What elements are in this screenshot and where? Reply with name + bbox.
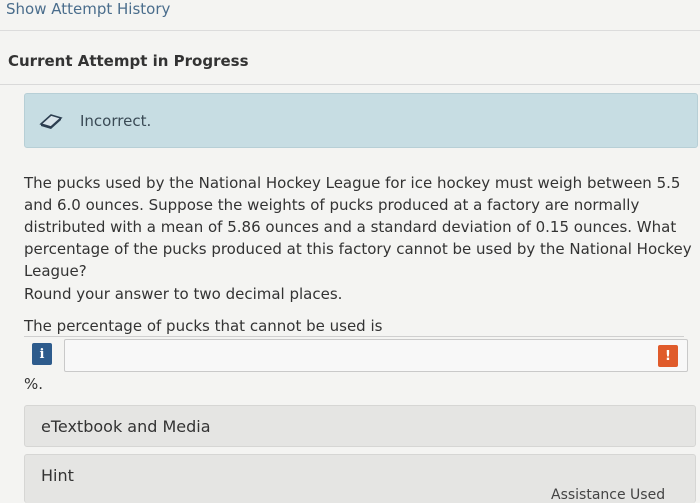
etextbook-media-label: eTextbook and Media [41,417,211,436]
assistance-used-label: Assistance Used [551,487,666,503]
page: Show Attempt History Current Attempt in … [0,0,700,503]
attempt-title: Current Attempt in Progress [8,52,249,70]
answer-prompt: The percentage of pucks that cannot be u… [24,317,383,335]
hint-label: Hint [41,466,74,485]
etextbook-media-button[interactable]: eTextbook and Media [24,405,696,447]
divider [0,30,700,31]
question-text: The pucks used by the National Hockey Le… [24,174,692,280]
show-attempt-history-link[interactable]: Show Attempt History [6,0,170,18]
answer-input[interactable] [64,339,688,372]
unit-label: %. [24,375,44,393]
divider [0,84,700,85]
divider [24,336,684,337]
info-icon[interactable]: i [32,343,52,365]
rounding-instruction: Round your answer to two decimal places. [24,285,343,303]
feedback-banner: Incorrect. [24,93,698,148]
alert-icon[interactable]: ! [658,345,678,367]
eraser-icon [39,114,63,129]
feedback-text: Incorrect. [80,112,152,130]
answer-row: i ! [24,339,688,372]
